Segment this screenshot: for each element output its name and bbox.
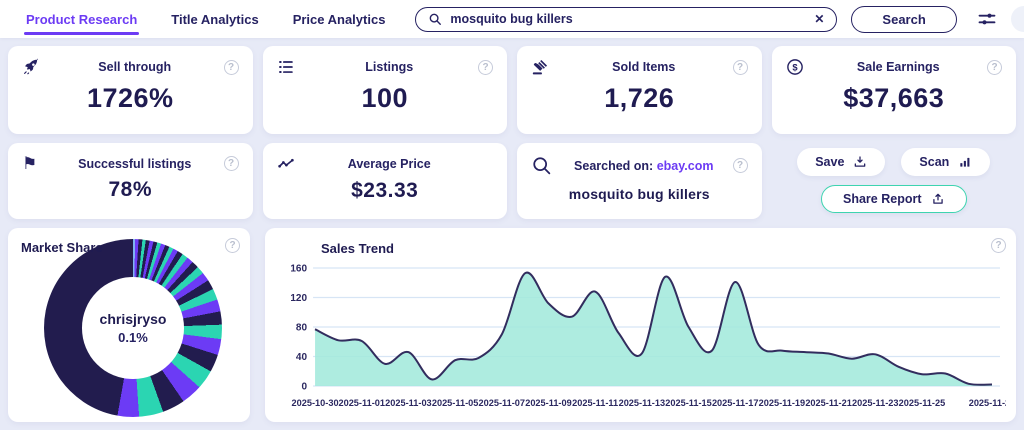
searched-keywords-value: mosquito bug killers — [568, 186, 710, 202]
report-actions: Save Scan Share Report — [772, 143, 1017, 219]
stat-title: Average Price — [347, 157, 431, 171]
search-input[interactable] — [450, 12, 807, 26]
svg-text:0: 0 — [301, 382, 307, 393]
magnifier-icon — [531, 155, 555, 176]
sell-through-value: 1726% — [86, 83, 174, 113]
sale-earnings-value: $37,663 — [843, 83, 945, 113]
sales-trend-chart[interactable]: 040801201602025-10-30 2025-11-01 2025-11-0… — [275, 260, 1006, 420]
save-icon — [853, 155, 867, 169]
successful-listings-value: 78% — [108, 178, 153, 201]
searched-on-title: Searched on: ebay.com — [555, 159, 733, 173]
donut-center-value: 0.1% — [118, 330, 148, 345]
stat-title: Sell through — [98, 60, 172, 74]
share-report-label: Share Report — [843, 192, 922, 206]
listings-card: Listings ? 100 — [262, 46, 507, 134]
stats-row-1: Sell through ? 1726% Listings ? 100 Sold… — [8, 46, 1016, 134]
searched-on-card: Searched on: ebay.com ? mosquito bug kil… — [517, 143, 762, 219]
save-label: Save — [815, 155, 845, 169]
svg-text:2025-11-03: 2025-11-03 — [385, 398, 432, 408]
search-button[interactable]: Search — [851, 5, 957, 33]
help-icon[interactable]: ? — [732, 158, 748, 173]
svg-text:2025-11-28: 2025-11-28 — [969, 398, 1006, 408]
training-videos-button[interactable]: Training Videos — [1010, 6, 1024, 32]
sales-trend-title: Sales Trend — [321, 241, 394, 256]
search-icon — [428, 12, 442, 26]
upload-icon — [931, 192, 945, 206]
bars-icon — [958, 155, 972, 169]
trend-icon — [277, 155, 301, 173]
dollar-icon: $ — [786, 58, 810, 76]
svg-text:2025-11-07: 2025-11-07 — [479, 398, 526, 408]
donut-center: chrisjryso 0.1% — [82, 277, 184, 379]
rocket-icon — [22, 58, 46, 76]
svg-text:2025-11-15: 2025-11-15 — [665, 398, 712, 408]
gavel-icon — [531, 58, 555, 76]
svg-text:2025-11-13: 2025-11-13 — [619, 398, 666, 408]
svg-text:2025-11-21: 2025-11-21 — [805, 398, 852, 408]
searched-on-prefix: Searched on: — [574, 158, 654, 173]
stat-title: Listings — [365, 60, 414, 74]
svg-text:2025-11-05: 2025-11-05 — [432, 398, 479, 408]
top-navbar: Product Research Title Analytics Price A… — [0, 0, 1024, 38]
scan-button[interactable]: Scan — [901, 148, 991, 176]
stat-title: Successful listings — [78, 156, 192, 171]
svg-text:2025-11-23: 2025-11-23 — [852, 398, 899, 408]
sold-items-value: 1,726 — [604, 83, 675, 113]
tab-price-analytics[interactable]: Price Analytics — [291, 1, 388, 38]
help-icon[interactable]: ? — [991, 238, 1006, 253]
svg-text:2025-11-01: 2025-11-01 — [338, 398, 385, 408]
help-icon[interactable]: ? — [732, 59, 748, 75]
share-report-button[interactable]: Share Report — [820, 185, 967, 213]
help-icon[interactable]: ? — [478, 59, 493, 75]
clear-search-icon[interactable]: ✕ — [814, 13, 824, 25]
ebay-link[interactable]: ebay.com — [657, 159, 714, 173]
market-share-donut[interactable]: chrisjryso 0.1% — [44, 239, 222, 417]
charts-row: Market Share ? chrisjryso 0.1% Sales Tre… — [8, 228, 1016, 422]
stat-title: Sale Earnings — [856, 60, 940, 74]
sell-through-card: Sell through ? 1726% — [8, 46, 253, 134]
tab-title-analytics[interactable]: Title Analytics — [169, 1, 260, 38]
help-icon[interactable]: ? — [225, 238, 240, 253]
tab-product-research[interactable]: Product Research — [24, 1, 140, 38]
stats-row-2: ⚑ Successful listings ? 78% Average Pric… — [8, 143, 1016, 219]
filters-icon[interactable] — [977, 9, 997, 29]
average-price-value: $23.33 — [351, 179, 419, 202]
help-icon[interactable]: ? — [987, 59, 1002, 75]
market-share-card: Market Share ? chrisjryso 0.1% — [8, 228, 250, 422]
list-icon — [277, 58, 301, 76]
flag-icon: ⚑ — [22, 154, 38, 173]
search-bar[interactable]: ✕ — [415, 6, 838, 32]
svg-text:2025-11-17: 2025-11-17 — [712, 398, 759, 408]
svg-text:2025-11-09: 2025-11-09 — [525, 398, 572, 408]
scan-label: Scan — [919, 155, 950, 169]
sale-earnings-card: $ Sale Earnings ? $37,663 — [771, 46, 1016, 134]
stat-title: Sold Items — [612, 60, 676, 74]
sold-items-card: Sold Items ? 1,726 — [517, 46, 762, 134]
svg-text:80: 80 — [296, 323, 308, 334]
save-button[interactable]: Save — [797, 148, 886, 176]
donut-center-label: chrisjryso — [99, 311, 167, 327]
svg-text:160: 160 — [290, 264, 307, 275]
svg-text:2025-11-19: 2025-11-19 — [759, 398, 806, 408]
help-icon[interactable]: ? — [223, 156, 239, 171]
sales-trend-card: Sales Trend ? 0 40 80 120 160 2025-10-30 2025-… — [265, 228, 1016, 422]
svg-text:$: $ — [792, 62, 798, 72]
svg-text:2025-10-30: 2025-10-30 — [292, 398, 339, 408]
average-price-card: Average Price $23.33 — [262, 143, 507, 219]
dashboard: Sell through ? 1726% Listings ? 100 Sold… — [0, 38, 1024, 430]
help-icon[interactable]: ? — [223, 59, 239, 75]
svg-text:120: 120 — [290, 293, 307, 304]
svg-text:2025-11-11: 2025-11-11 — [572, 398, 618, 408]
svg-text:2025-11-25: 2025-11-25 — [899, 398, 946, 408]
market-share-title: Market Share — [21, 240, 103, 255]
svg-text:40: 40 — [296, 352, 308, 363]
listings-value: 100 — [361, 83, 409, 113]
successful-listings-card: ⚑ Successful listings ? 78% — [8, 143, 253, 219]
nav-tabs: Product Research Title Analytics Price A… — [24, 1, 387, 38]
